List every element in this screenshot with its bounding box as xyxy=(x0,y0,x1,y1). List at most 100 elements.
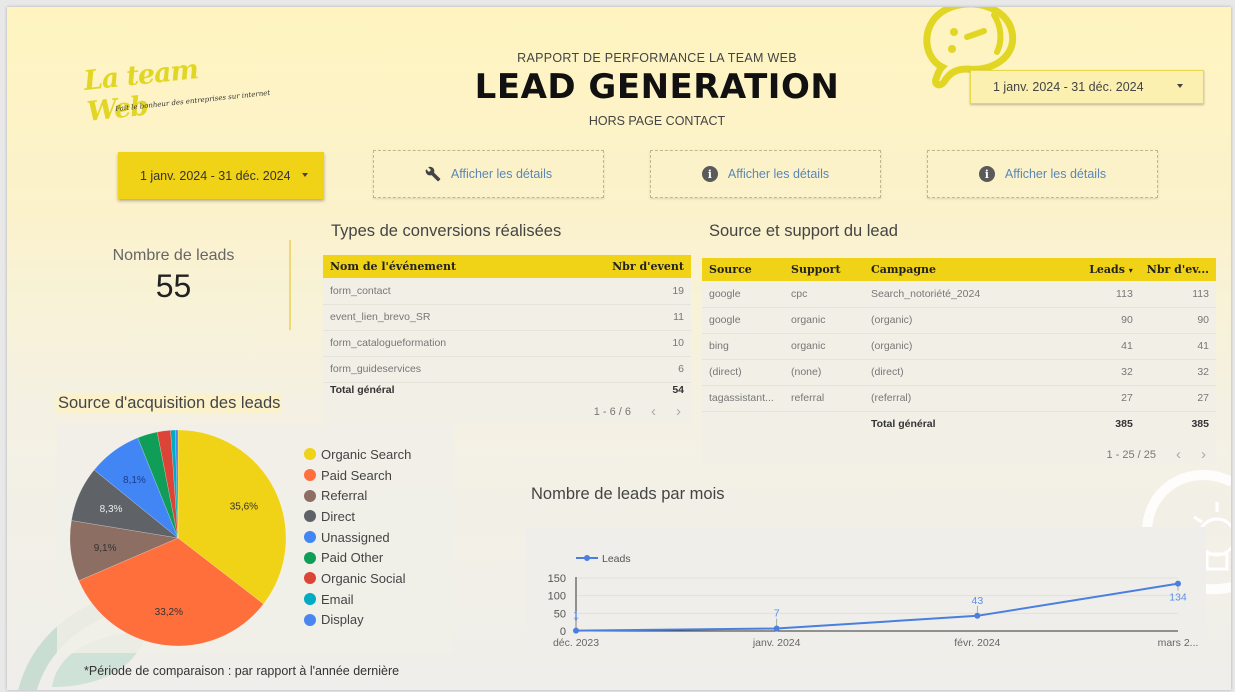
event-count-cell: 19 xyxy=(551,278,691,305)
date-range-picker-top[interactable]: 1 janv. 2024 - 31 déc. 2024 xyxy=(970,70,1204,104)
pie-data-label: 33,2% xyxy=(155,607,183,618)
previous-page-icon[interactable]: ‹ xyxy=(1176,446,1181,463)
events-cell: 27 xyxy=(1139,385,1216,412)
sources-table: Source Support Campagne Leads ▾ Nbr d'ev… xyxy=(702,258,1216,463)
leads-cell: 113 xyxy=(1059,281,1140,308)
campaign-cell: (referral) xyxy=(864,385,1060,412)
support-cell: (none) xyxy=(784,359,864,386)
show-details-label: Afficher les détails xyxy=(727,167,830,181)
total-label: Total général xyxy=(330,384,395,397)
legend-label: Paid Other xyxy=(321,550,384,566)
data-point[interactable] xyxy=(573,627,579,634)
pagination: 1 - 25 / 25 ‹ › xyxy=(1106,446,1206,463)
events-cell: 32 xyxy=(1139,359,1216,386)
date-range-picker[interactable]: 1 janv. 2024 - 31 déc. 2024 xyxy=(118,152,324,199)
support-cell: organic xyxy=(784,333,864,360)
column-header-event-count[interactable]: Nbr d'event xyxy=(551,255,691,278)
total-row: Total général 54 xyxy=(323,382,691,398)
previous-page-icon[interactable]: ‹ xyxy=(651,403,656,420)
pagination-label: 1 - 6 / 6 xyxy=(593,405,631,418)
legend-label: Paid Search xyxy=(321,467,392,483)
legend-item[interactable]: Referral xyxy=(304,485,411,506)
events-cell: 41 xyxy=(1139,333,1216,360)
y-tick-label: 50 xyxy=(554,608,566,620)
scorecard-label: Nombre de leads xyxy=(112,247,235,264)
table-row[interactable]: tagassistant... referral (referral) 27 27 xyxy=(702,385,1216,412)
legend-item[interactable]: Direct xyxy=(304,506,411,527)
legend-marker-icon xyxy=(584,555,590,561)
support-cell: organic xyxy=(784,307,864,334)
wrench-icon xyxy=(425,166,441,182)
table-row[interactable]: form_catalogueformation 10 xyxy=(323,330,691,357)
column-header-source[interactable]: Source xyxy=(702,258,784,281)
source-cell: google xyxy=(702,281,784,308)
total-events-cell: 385 xyxy=(1191,418,1209,431)
table-row[interactable]: event_lien_brevo_SR 11 xyxy=(323,304,691,331)
line-chart-title: Nombre de leads par mois xyxy=(531,485,725,503)
show-details-button-1[interactable]: Afficher les détails xyxy=(373,150,604,198)
campaign-cell: Search_notoriété_2024 xyxy=(864,281,1060,308)
legend-item[interactable]: Email xyxy=(304,589,411,610)
pie-data-label: 8,3% xyxy=(100,504,123,515)
table-row[interactable]: (direct) (none) (direct) 32 32 xyxy=(702,359,1216,386)
legend-swatch-icon xyxy=(304,572,316,585)
legend-item[interactable]: Organic Social xyxy=(304,568,411,589)
data-point[interactable] xyxy=(1175,580,1181,587)
next-page-icon[interactable]: › xyxy=(1201,446,1206,463)
campaign-cell: (direct) xyxy=(864,359,1060,386)
total-value: 54 xyxy=(672,384,684,397)
table-row[interactable]: form_contact 19 xyxy=(323,278,691,305)
table-row[interactable]: google cpc Search_notoriété_2024 113 113 xyxy=(702,281,1216,308)
x-tick-label: janv. 2024 xyxy=(752,637,801,649)
show-details-button-3[interactable]: i Afficher les détails xyxy=(927,150,1158,198)
data-point[interactable] xyxy=(773,625,780,632)
dashboard-page: La team Web Fait le bonheur des entrepri… xyxy=(7,7,1231,690)
column-header-events[interactable]: Nbr d'ev... xyxy=(1139,258,1216,281)
data-label: 43 xyxy=(971,595,983,607)
data-label: 7 xyxy=(774,608,780,620)
legend-item[interactable]: Display xyxy=(304,610,411,631)
event-count-cell: 11 xyxy=(551,304,691,331)
total-support-cell xyxy=(784,411,864,437)
column-header-support[interactable]: Support xyxy=(784,258,864,281)
pagination-label: 1 - 25 / 25 xyxy=(1106,448,1156,461)
data-point[interactable] xyxy=(974,612,981,619)
table-row[interactable]: bing organic (organic) 41 41 xyxy=(702,333,1216,360)
source-cell: bing xyxy=(702,333,784,360)
table-row[interactable]: form_guideservices 6 xyxy=(323,356,691,383)
column-header-event-name[interactable]: Nom de l'événement xyxy=(323,255,552,278)
legend-item[interactable]: Organic Search xyxy=(304,444,411,465)
pie-chart: 35,6% 33,2% 9,1% 8,3% 8,1% xyxy=(69,429,287,647)
x-tick-label: mars 2... xyxy=(1158,637,1199,649)
leads-cell: 27 xyxy=(1059,385,1140,412)
legend-item[interactable]: Paid Other xyxy=(304,547,411,568)
show-details-label: Afficher les détails xyxy=(450,167,553,181)
x-tick-label: févr. 2024 xyxy=(954,637,1000,649)
info-icon: i xyxy=(701,166,718,182)
events-cell: 90 xyxy=(1139,307,1216,334)
legend-label[interactable]: Leads xyxy=(602,553,631,565)
column-header-campaign[interactable]: Campagne xyxy=(864,258,1060,281)
table-row[interactable]: google organic (organic) 90 90 xyxy=(702,307,1216,334)
report-subtitle: RAPPORT DE PERFORMANCE LA TEAM WEB xyxy=(517,51,797,65)
campaign-cell: (organic) xyxy=(864,307,1060,334)
legend-label: Email xyxy=(321,591,354,607)
next-page-icon[interactable]: › xyxy=(676,403,681,420)
column-header-leads[interactable]: Leads ▾ xyxy=(1059,258,1140,281)
total-source-cell xyxy=(702,411,784,437)
event-count-cell: 10 xyxy=(551,330,691,357)
legend-item[interactable]: Unassigned xyxy=(304,527,411,548)
caret-down-icon xyxy=(1177,84,1183,88)
leads-cell: 41 xyxy=(1059,333,1140,360)
conversions-table: Nom de l'événement Nbr d'event form_cont… xyxy=(323,255,691,425)
legend-label: Unassigned xyxy=(321,529,390,545)
total-campaign-cell: Total général xyxy=(871,418,936,431)
legend-label: Direct xyxy=(321,508,355,524)
pie-chart-title: Source d'acquisition des leads xyxy=(56,394,283,413)
campaign-cell: (organic) xyxy=(864,333,1060,360)
show-details-button-2[interactable]: i Afficher les détails xyxy=(650,150,881,198)
pie-data-label: 35,6% xyxy=(230,502,258,513)
pagination: 1 - 6 / 6 ‹ › xyxy=(594,403,681,420)
leads-scorecard: Nombre de leads 55 xyxy=(67,240,292,330)
legend-item[interactable]: Paid Search xyxy=(304,465,411,486)
